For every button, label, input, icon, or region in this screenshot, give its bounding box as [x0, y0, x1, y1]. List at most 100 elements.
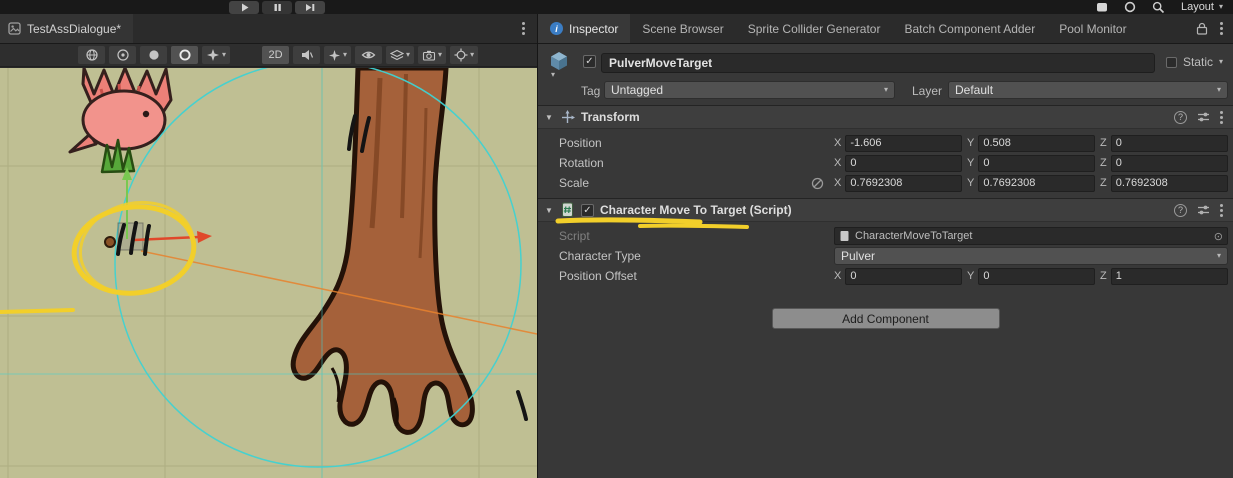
- tab-label: Batch Component Adder: [904, 22, 1035, 36]
- scale-z-field[interactable]: 0.7692308: [1111, 175, 1228, 192]
- chevron-down-icon: ▾: [222, 51, 226, 59]
- effects-dropdown-button[interactable]: ▾: [324, 46, 351, 64]
- draw-mode-globe-button[interactable]: [78, 46, 105, 64]
- layout-dropdown[interactable]: Layout ▾: [1181, 1, 1223, 13]
- scale-y-field[interactable]: 0.7692308: [978, 175, 1095, 192]
- add-component-button[interactable]: Add Component: [772, 308, 1000, 329]
- account-icon[interactable]: [1124, 1, 1136, 13]
- static-caret-icon[interactable]: ▾: [1219, 58, 1223, 66]
- tab-sprite-collider-generator[interactable]: Sprite Collider Generator: [736, 14, 893, 43]
- tab-inspector[interactable]: i Inspector: [538, 14, 630, 43]
- axis-x-label: X: [834, 270, 841, 282]
- effects-star-icon: [328, 49, 341, 62]
- visibility-button[interactable]: [355, 46, 382, 64]
- play-controls: [229, 1, 325, 14]
- sphere-icon: [116, 48, 130, 62]
- tab-pool-monitor[interactable]: Pool Monitor: [1047, 14, 1138, 43]
- scale-x-field[interactable]: 0.7692308: [845, 175, 962, 192]
- scene-panel: TestAssDialogue* ▾: [0, 14, 537, 478]
- position-z-field[interactable]: 0: [1111, 135, 1228, 152]
- help-icon[interactable]: ?: [1174, 204, 1187, 217]
- tab-batch-component-adder[interactable]: Batch Component Adder: [892, 14, 1047, 43]
- tab-scene-browser[interactable]: Scene Browser: [630, 14, 735, 43]
- search-icon[interactable]: [1152, 1, 1165, 14]
- rotation-z-field[interactable]: 0: [1111, 155, 1228, 172]
- draw-mode-ring-button[interactable]: [171, 46, 198, 64]
- chevron-down-icon: ▾: [470, 51, 474, 59]
- step-button[interactable]: [295, 1, 325, 14]
- offset-x-field[interactable]: 0: [845, 268, 962, 285]
- script-enabled-checkbox[interactable]: ✓: [581, 204, 594, 217]
- help-icon[interactable]: ?: [1174, 111, 1187, 124]
- chevron-down-icon: ▾: [343, 51, 347, 59]
- gameobject-cube-icon[interactable]: [548, 50, 570, 72]
- flare-dropdown-button[interactable]: ▾: [202, 46, 230, 64]
- script-object-field[interactable]: CharacterMoveToTarget ⊙: [834, 227, 1228, 245]
- play-button[interactable]: [229, 1, 259, 14]
- scene-menu-kebab-icon[interactable]: [522, 27, 525, 30]
- inspector-menu-kebab-icon[interactable]: [1220, 27, 1223, 30]
- tab-label: Pool Monitor: [1059, 22, 1126, 36]
- tag-dropdown[interactable]: Untagged ▾: [604, 81, 895, 99]
- character-type-row: Character Type Pulver ▾: [538, 246, 1233, 266]
- pause-icon: [272, 2, 283, 13]
- position-x-field[interactable]: -1.606: [845, 135, 962, 152]
- presets-icon[interactable]: [1197, 111, 1210, 123]
- chevron-down-icon: ▾: [406, 51, 410, 59]
- presets-icon[interactable]: [1197, 204, 1210, 216]
- services-icon[interactable]: [1096, 2, 1108, 13]
- character-type-label: Character Type: [559, 249, 834, 263]
- tab-scene[interactable]: TestAssDialogue*: [0, 14, 133, 43]
- static-checkbox[interactable]: [1166, 57, 1177, 68]
- transform-title: Transform: [581, 110, 640, 124]
- layer-dropdown[interactable]: Default ▾: [948, 81, 1228, 99]
- foldout-icon[interactable]: ▼: [544, 113, 554, 122]
- eye-icon: [361, 49, 376, 61]
- foldout-icon[interactable]: ▼: [544, 206, 554, 215]
- scene-toolbar: ▾ 2D ▾ ▾: [0, 44, 537, 67]
- gizmos-dropdown-button[interactable]: ▾: [450, 46, 478, 64]
- mode-2d-button[interactable]: 2D: [262, 46, 289, 64]
- script-icon: [560, 202, 575, 218]
- draw-mode-filled-button[interactable]: [140, 46, 167, 64]
- axis-x-label: X: [834, 137, 841, 149]
- chevron-down-icon: ▾: [1219, 3, 1223, 11]
- position-y-field[interactable]: 0.508: [978, 135, 1095, 152]
- scene-asset-icon: [8, 22, 21, 35]
- component-menu-kebab-icon[interactable]: [1220, 116, 1223, 119]
- rotation-x-field[interactable]: 0: [845, 155, 962, 172]
- script-object-value: CharacterMoveToTarget: [855, 230, 972, 242]
- chevron-down-icon: ▾: [878, 86, 888, 94]
- inspector-icon: i: [550, 22, 563, 35]
- layers-icon: [390, 49, 404, 62]
- icon-change-caret[interactable]: ▾: [551, 71, 555, 79]
- tab-label: Sprite Collider Generator: [748, 22, 881, 36]
- offset-z-field[interactable]: 1: [1111, 268, 1228, 285]
- layer-label: Layer: [912, 84, 942, 98]
- draw-mode-sphere-button[interactable]: [109, 46, 136, 64]
- active-checkbox[interactable]: ✓: [583, 55, 596, 68]
- axis-z-label: Z: [1100, 157, 1107, 169]
- layer-value: Default: [955, 83, 993, 97]
- script-row: Script CharacterMoveToTarget ⊙: [538, 226, 1233, 246]
- character-type-value: Pulver: [841, 249, 875, 263]
- rotation-y-field[interactable]: 0: [978, 155, 1095, 172]
- tag-label: Tag: [581, 84, 600, 98]
- scene-viewport[interactable]: [0, 68, 537, 478]
- object-picker-icon[interactable]: ⊙: [1214, 230, 1223, 243]
- camera-dropdown-button[interactable]: ▾: [418, 46, 446, 64]
- move-script-header: ▼ ✓ Character Move To Target (Script) ?: [538, 199, 1233, 222]
- transform-header: ▼ Transform ?: [538, 106, 1233, 129]
- lock-icon[interactable]: [1196, 22, 1208, 35]
- move-script-title: Character Move To Target (Script): [600, 203, 792, 217]
- pause-button[interactable]: [262, 1, 292, 14]
- offset-y-field[interactable]: 0: [978, 268, 1095, 285]
- audio-toggle-button[interactable]: [293, 46, 320, 64]
- gameobject-name-field[interactable]: PulverMoveTarget: [601, 53, 1155, 73]
- component-menu-kebab-icon[interactable]: [1220, 209, 1223, 212]
- character-type-dropdown[interactable]: Pulver ▾: [834, 247, 1228, 265]
- scale-label: Scale: [559, 176, 834, 190]
- layers-dropdown-button[interactable]: ▾: [386, 46, 414, 64]
- rotation-label: Rotation: [559, 156, 834, 170]
- constrain-proportions-icon[interactable]: [811, 177, 824, 190]
